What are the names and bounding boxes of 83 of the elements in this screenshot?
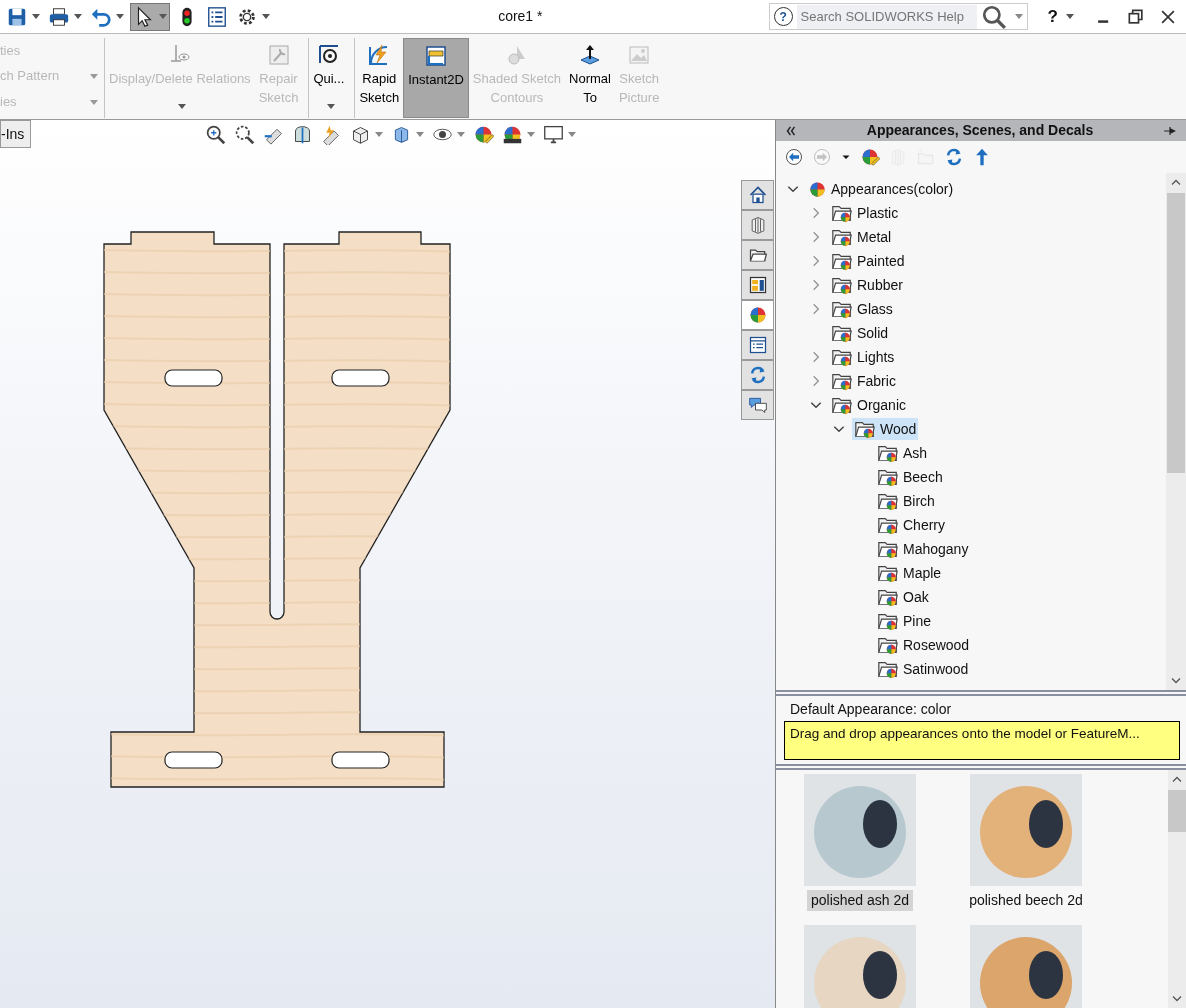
tree-item[interactable]: Cherry — [875, 514, 947, 537]
dropdown-caret-icon — [32, 14, 40, 19]
panel-title: Appearances, Scenes, and Decals — [865, 121, 1095, 140]
dropdown-caret-icon[interactable] — [568, 132, 577, 137]
help-menu-button[interactable]: ? — [1047, 3, 1058, 30]
dropdown-caret-icon — [90, 99, 98, 105]
task-pane-tab[interactable] — [741, 330, 774, 360]
tree-item[interactable]: Painted — [829, 250, 907, 273]
sphere-preview[interactable] — [804, 924, 916, 1008]
dropdown-caret-icon — [74, 14, 82, 19]
task-pane-tab[interactable] — [741, 180, 774, 210]
ribbon-tool-button[interactable]: Normal To — [565, 38, 615, 118]
search-icon[interactable] — [980, 3, 1007, 30]
normal-to-icon — [578, 43, 602, 67]
dropdown-caret-icon — [177, 104, 186, 110]
zoom-fit-icon[interactable] — [205, 124, 227, 145]
zoom-area-icon[interactable] — [234, 124, 256, 145]
dropdown-caret-icon — [116, 14, 124, 19]
properties-icon — [747, 335, 768, 355]
select-tool-button[interactable] — [130, 2, 170, 31]
dropdown-caret-icon — [159, 14, 167, 19]
scrollbar[interactable] — [1166, 173, 1186, 691]
sphere-preview[interactable] — [970, 924, 1082, 1008]
tree-item[interactable]: Maple — [875, 562, 944, 585]
tree-item[interactable]: Organic — [829, 394, 909, 417]
edit-appearance-icon[interactable] — [473, 124, 495, 145]
dropdown-caret-icon — [90, 74, 98, 79]
tree-item[interactable]: Birch — [875, 490, 937, 513]
tree-item[interactable]: Mahogany — [875, 538, 971, 561]
list-icon — [206, 5, 228, 28]
wrench-icon — [266, 43, 291, 67]
dropdown-caret-icon[interactable] — [375, 132, 384, 137]
tree-item[interactable]: Plastic — [829, 202, 901, 225]
dropdown-caret-icon — [262, 14, 270, 19]
tree-item[interactable]: Beech — [875, 466, 945, 489]
task-pane-tab[interactable] — [741, 210, 774, 240]
tree-item[interactable]: Fabric — [829, 370, 898, 393]
tree-item[interactable]: Solid — [829, 322, 891, 345]
dropdown-caret-icon[interactable] — [1066, 14, 1074, 19]
scrollbar-thumb[interactable] — [1167, 193, 1185, 474]
sphere-preview[interactable] — [804, 773, 916, 886]
home-icon — [747, 185, 768, 205]
dropdown-caret-icon[interactable] — [527, 132, 536, 137]
edit-appearance-icon[interactable] — [860, 147, 880, 168]
tree-item[interactable]: Lights — [829, 346, 897, 369]
hint-text: Drag and drop appearances onto the model or FeatureM... — [784, 720, 1180, 760]
thumbnail-caption[interactable]: polished beech 2d — [965, 889, 1087, 911]
tree-item[interactable]: Wood — [852, 418, 919, 441]
thumbnail-caption[interactable]: polished ash 2d — [806, 889, 914, 911]
dropdown-caret-icon[interactable] — [1014, 14, 1023, 19]
palette-icon — [747, 275, 768, 295]
ribbon-tool-button[interactable]: Instant2D — [403, 38, 469, 118]
back-icon[interactable] — [784, 147, 804, 168]
scene-icon[interactable] — [502, 124, 524, 145]
sphere-preview[interactable] — [970, 773, 1082, 886]
picture-icon — [627, 43, 652, 67]
tree-item[interactable]: Metal — [829, 226, 894, 249]
tree-item[interactable]: Rosewood — [875, 634, 972, 657]
monitor-icon[interactable] — [543, 124, 565, 145]
printer-icon — [48, 5, 70, 28]
default-appearance-label: Default Appearance: color — [789, 699, 953, 719]
dropdown-caret-icon — [326, 104, 335, 110]
help-search-field[interactable]: ? Search SOLIDWORKS Help — [768, 3, 1028, 30]
task-pane-tab[interactable] — [741, 270, 774, 300]
window-title: core1 * — [498, 8, 543, 24]
ruler-sketch-icon — [424, 44, 449, 68]
task-pane-tab[interactable] — [741, 390, 774, 420]
tree-item[interactable]: Ash — [875, 442, 930, 465]
dropdown-caret-icon[interactable] — [457, 132, 466, 137]
scrollbar-thumb[interactable] — [1168, 789, 1186, 832]
tree-item[interactable]: Satinwood — [875, 658, 971, 681]
ribbon-tool-button[interactable]: Qui... — [308, 38, 349, 118]
tree-item[interactable]: Glass — [829, 298, 895, 321]
dropdown-caret-icon[interactable] — [416, 132, 425, 137]
tree-item[interactable]: Oak — [875, 586, 931, 609]
task-pane-tab[interactable] — [741, 240, 774, 270]
tab[interactable]: -Ins — [0, 120, 32, 148]
tree-item[interactable]: Pine — [875, 610, 934, 633]
scrollbar[interactable] — [1168, 769, 1186, 1008]
tree-item[interactable]: Rubber — [829, 274, 905, 297]
forum-icon — [747, 395, 768, 415]
tree-item[interactable]: Appearances(color) — [806, 178, 956, 200]
refresh-icon[interactable] — [944, 147, 964, 168]
